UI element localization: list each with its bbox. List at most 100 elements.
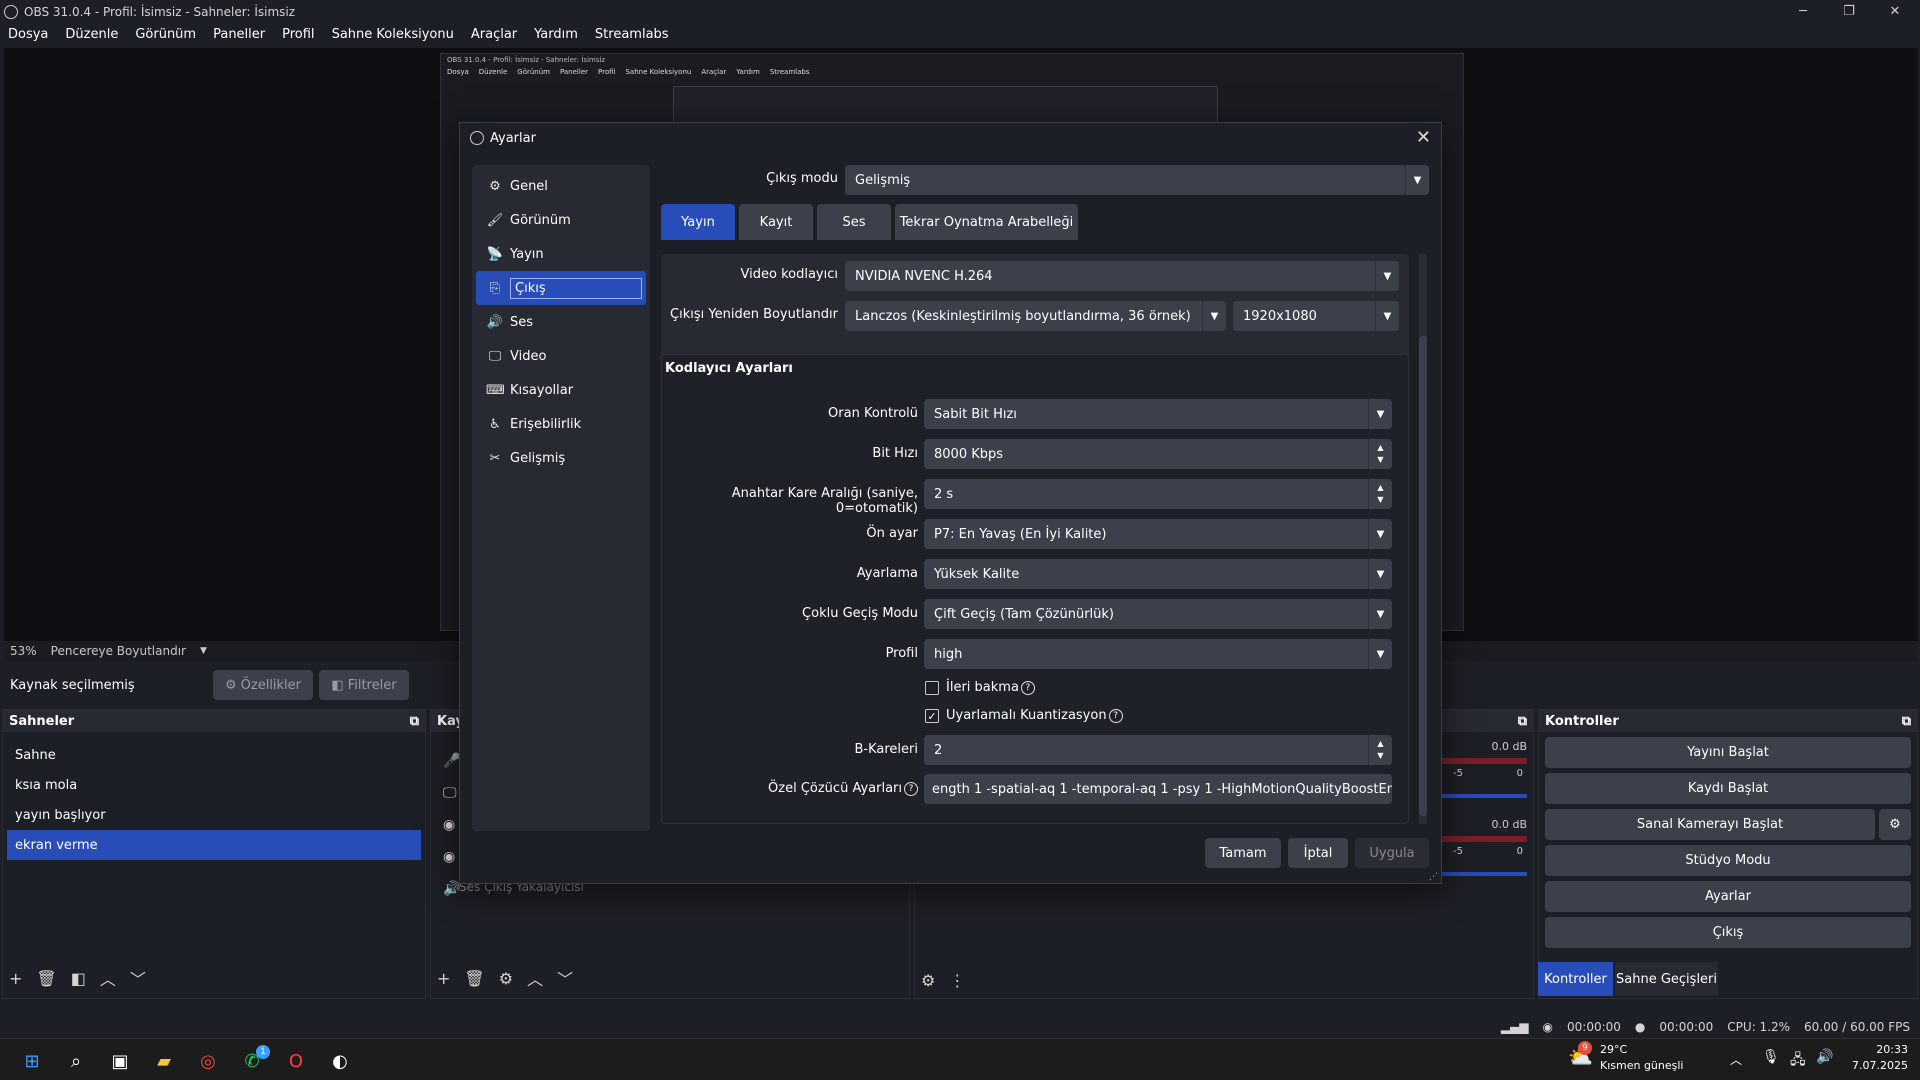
tray-chevron-icon[interactable]: ︿ (1730, 1051, 1742, 1068)
tab-replay-buffer[interactable]: Tekrar Oynatma Arabelleği (895, 204, 1078, 240)
windows-start-icon[interactable]: ⊞ (18, 1047, 46, 1075)
filter-icon[interactable]: ◧ (71, 969, 86, 988)
menu-tools[interactable]: Araçlar (471, 27, 517, 42)
studio-mode-button[interactable]: Stüdyo Modu (1545, 845, 1911, 876)
cancel-button[interactable]: İptal (1288, 838, 1348, 868)
resize-grip-icon[interactable]: ⋰ (1429, 872, 1438, 882)
filters-button[interactable]: ◧ Filtreler (319, 670, 409, 700)
tab-controls[interactable]: Kontroller (1538, 962, 1614, 996)
profile-select[interactable]: high ▼ (924, 639, 1392, 669)
tab-recording[interactable]: Kayıt (739, 204, 813, 240)
undock-icon[interactable]: ⧉ (1518, 714, 1527, 729)
nav-general[interactable]: ⚙ Genel (476, 169, 646, 203)
close-icon[interactable]: ✕ (1416, 127, 1431, 148)
spin-arrows-icon[interactable]: ▲ ▼ (1368, 479, 1392, 509)
nav-audio[interactable]: 🔊 Ses (476, 305, 646, 339)
scrollbar[interactable] (1419, 254, 1427, 824)
nav-appearance[interactable]: 🖌 Görünüm (476, 203, 646, 237)
spin-arrows-icon[interactable]: ▲ ▼ (1368, 735, 1392, 765)
scene-item[interactable]: yayın başlıyor (7, 800, 421, 830)
video-encoder-select[interactable]: NVIDIA NVENC H.264 ▼ (845, 261, 1399, 291)
nav-stream[interactable]: 📡 Yayın (476, 237, 646, 271)
up-icon[interactable]: ︿ (527, 966, 543, 990)
minimize-icon[interactable]: ─ (1780, 0, 1826, 23)
tab-stream[interactable]: Yayın (661, 204, 735, 240)
adaptive-quantization-checkbox[interactable]: ✓ (925, 709, 939, 723)
undock-icon[interactable]: ⧉ (1902, 714, 1911, 729)
output-mode-select[interactable]: Gelişmiş ▼ (845, 165, 1429, 195)
undock-icon[interactable]: ⧉ (410, 714, 419, 729)
down-icon[interactable]: ﹀ (130, 966, 146, 990)
properties-button[interactable]: ⚙ Özellikler (213, 670, 313, 700)
apply-button[interactable]: Uygula (1355, 838, 1429, 868)
gear-icon[interactable]: ⚙ (499, 969, 513, 988)
ok-button[interactable]: Tamam (1205, 838, 1281, 868)
start-virtual-camera-button[interactable]: Sanal Kamerayı Başlat (1545, 809, 1875, 840)
trash-icon[interactable]: 🗑 (36, 969, 56, 988)
network-icon[interactable]: 🖧 (1790, 1049, 1806, 1073)
opera-icon[interactable]: O (282, 1047, 310, 1075)
close-window-icon[interactable]: ✕ (1872, 0, 1918, 23)
rate-control-select[interactable]: Sabit Bit Hızı ▼ (924, 399, 1392, 429)
menu-help[interactable]: Yardım (534, 27, 578, 42)
clock-time[interactable]: 20:33 (1848, 1043, 1908, 1056)
volume-slider[interactable] (1437, 872, 1527, 876)
scene-item[interactable]: Sahne (7, 740, 421, 770)
start-streaming-button[interactable]: Yayını Başlat (1545, 737, 1911, 768)
lookahead-checkbox[interactable] (925, 681, 939, 695)
file-explorer-icon[interactable]: ▰ (150, 1047, 178, 1075)
tab-audio[interactable]: Ses (817, 204, 891, 240)
menu-docks[interactable]: Paneller (213, 27, 265, 42)
mixer-settings-icon[interactable]: ⚙ (921, 971, 935, 990)
down-icon[interactable]: ﹀ (557, 966, 573, 990)
volume-icon[interactable]: 🔊 (1816, 1049, 1833, 1065)
more-icon[interactable]: ⋮ (949, 971, 965, 990)
nav-hotkeys[interactable]: ⌨ Kısayollar (476, 373, 646, 407)
up-icon[interactable]: ︿ (100, 966, 116, 990)
search-icon[interactable]: ⌕ (62, 1047, 90, 1075)
settings-button[interactable]: Ayarlar (1545, 881, 1911, 912)
rescale-resolution-select[interactable]: 1920x1080 ▼ (1233, 301, 1399, 331)
menu-scene-collection[interactable]: Sahne Koleksiyonu (332, 27, 454, 42)
nav-accessibility[interactable]: ♿ Erişebilirlik (476, 407, 646, 441)
obs-taskbar-icon[interactable]: ◐ (326, 1047, 354, 1075)
volume-slider[interactable] (1437, 794, 1527, 798)
help-icon[interactable]: ? (1108, 708, 1123, 723)
spin-arrows-icon[interactable]: ▲ ▼ (1368, 439, 1392, 469)
menu-file[interactable]: Dosya (8, 27, 48, 42)
help-icon[interactable]: ? (1020, 680, 1035, 695)
microphone-icon[interactable]: 🎙 (1762, 1049, 1780, 1065)
exit-button[interactable]: Çıkış (1545, 917, 1911, 948)
clock-date[interactable]: 7.07.2025 (1838, 1059, 1908, 1072)
task-view-icon[interactable]: ▣ (106, 1047, 134, 1075)
chrome-icon[interactable]: ◎ (194, 1047, 222, 1075)
add-icon[interactable]: + (9, 969, 22, 988)
custom-options-input[interactable]: ength 1 -spatial-aq 1 -temporal-aq 1 -ps… (924, 774, 1392, 804)
bframes-spinbox[interactable]: 2 ▲ ▼ (924, 735, 1392, 765)
menu-profile[interactable]: Profil (282, 27, 314, 42)
gear-icon[interactable]: ⚙ (1879, 809, 1911, 840)
menu-streamlabs[interactable]: Streamlabs (595, 27, 669, 42)
add-icon[interactable]: + (437, 969, 450, 988)
chevron-down-icon[interactable]: ▼ (200, 646, 207, 656)
rescale-filter-select[interactable]: Lanczos (Keskinleştirilmiş boyutlandırma… (845, 301, 1226, 331)
nav-output[interactable]: ⎘ Çıkış (476, 271, 646, 305)
preview-scaling-mode[interactable]: Pencereye Boyutlandır (51, 644, 186, 658)
restore-icon[interactable]: ❐ (1826, 0, 1872, 23)
scene-item-selected[interactable]: ekran verme (7, 830, 421, 860)
scene-item[interactable]: ksıa mola (7, 770, 421, 800)
menu-edit[interactable]: Düzenle (65, 27, 118, 42)
keyframe-interval-spinbox[interactable]: 2 s ▲ ▼ (924, 479, 1392, 509)
preset-select[interactable]: P7: En Yavaş (En İyi Kalite) ▼ (924, 519, 1392, 549)
chevron-down-icon: ▼ (1405, 165, 1429, 195)
nav-video[interactable]: 🖵 Video (476, 339, 646, 373)
bitrate-spinbox[interactable]: 8000 Kbps ▲ ▼ (924, 439, 1392, 469)
start-recording-button[interactable]: Kaydı Başlat (1545, 773, 1911, 804)
tuning-select[interactable]: Yüksek Kalite ▼ (924, 559, 1392, 589)
trash-icon[interactable]: 🗑 (464, 969, 484, 988)
help-icon[interactable]: ? (904, 781, 918, 796)
multipass-select[interactable]: Çift Geçiş (Tam Çözünürlük) ▼ (924, 599, 1392, 629)
nav-advanced[interactable]: ✂ Gelişmiş (476, 441, 646, 475)
tab-scene-transitions[interactable]: Sahne Geçişleri (1615, 962, 1718, 996)
menu-view[interactable]: Görünüm (135, 27, 196, 42)
